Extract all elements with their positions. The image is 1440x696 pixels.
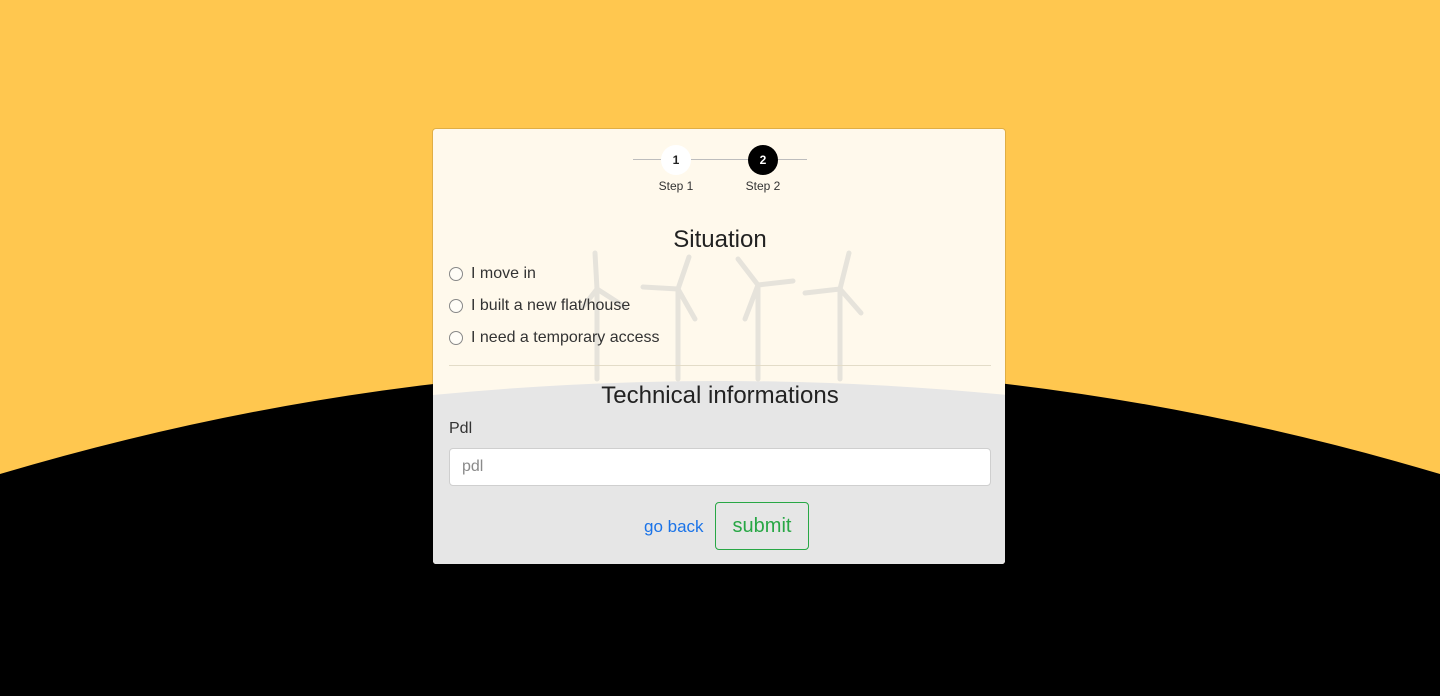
pdl-label: Pdl <box>449 420 473 437</box>
go-back-link[interactable]: go back <box>644 517 704 537</box>
situation-title: Situation <box>673 226 767 253</box>
radio-move-in[interactable]: I move in <box>449 263 536 285</box>
step-1[interactable]: 1 Step 1 <box>646 145 706 193</box>
step-2[interactable]: 2 Step 2 <box>733 145 793 193</box>
section-divider <box>449 365 991 366</box>
radio-new-build[interactable]: I built a new flat/house <box>449 295 630 317</box>
radio-temporary-access[interactable]: I need a temporary access <box>449 327 660 349</box>
step-2-label: Step 2 <box>745 179 781 193</box>
step-2-number: 2 <box>748 145 778 175</box>
pdl-input[interactable] <box>449 448 991 486</box>
radio-new-build-label: I built a new flat/house <box>471 297 631 314</box>
radio-move-in-label: I move in <box>471 265 536 282</box>
submit-button[interactable]: submit <box>715 502 809 550</box>
radio-move-in-circle[interactable] <box>449 267 463 281</box>
radio-temporary-access-circle[interactable] <box>449 331 463 345</box>
form-card: 1 Step 1 2 Step 2 Situation I move in I … <box>432 128 1006 565</box>
step-1-number: 1 <box>661 145 691 175</box>
step-1-label: Step 1 <box>658 179 694 193</box>
radio-new-build-circle[interactable] <box>449 299 463 313</box>
stepper: 1 Step 1 2 Step 2 <box>633 145 807 205</box>
technical-title: Technical informations <box>601 382 839 409</box>
radio-temporary-access-label: I need a temporary access <box>471 329 660 346</box>
